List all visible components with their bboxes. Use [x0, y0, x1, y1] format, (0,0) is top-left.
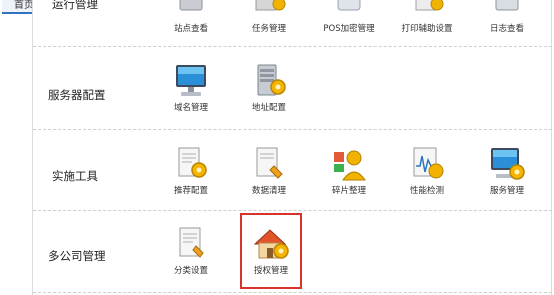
document-pencil-icon	[256, 147, 283, 179]
tool-label: 推荐配置	[173, 186, 208, 196]
performance-chart-icon	[413, 147, 444, 179]
tool-pos-encrypt[interactable]: POS加密管理	[318, 0, 380, 58]
user-gear-icon	[334, 150, 366, 181]
tool-data-cleanup[interactable]: 数据清理	[238, 146, 300, 204]
print-settings-icon	[415, 0, 444, 11]
category-service-config-label: 服务器配置	[48, 88, 106, 102]
tool-label: 碎片整理	[331, 186, 366, 196]
pos-encrypt-icon	[337, 0, 361, 11]
tool-performance-test[interactable]: 性能检测	[396, 146, 458, 204]
tool-site-view[interactable]: 站点查看	[160, 0, 222, 58]
tool-label: 打印辅助设置	[401, 24, 453, 34]
tool-label: 域名管理	[173, 103, 208, 113]
section-divider	[33, 210, 552, 211]
tool-address-config[interactable]: 地址配置	[238, 63, 300, 121]
tool-label: 分类设置	[173, 266, 208, 276]
section-divider	[33, 129, 552, 130]
tool-label: 站点查看	[173, 24, 208, 34]
log-view-icon	[495, 0, 519, 11]
tool-label: 性能检测	[409, 186, 444, 196]
tool-service-manage[interactable]: 服务管理	[476, 146, 538, 204]
category-implement-label: 实施工具	[52, 169, 98, 183]
tool-category-settings[interactable]: 分类设置	[160, 226, 222, 284]
tool-recommend-config[interactable]: 推荐配置	[160, 146, 222, 204]
tool-domain-manage[interactable]: 域名管理	[160, 63, 222, 121]
site-view-icon	[179, 0, 203, 11]
highlight-box	[240, 213, 302, 289]
tool-label: 服务管理	[489, 186, 524, 196]
tool-label: POS加密管理	[323, 24, 375, 34]
category-ops-label: 运行管理	[52, 0, 98, 11]
monitor-gear-icon	[491, 148, 525, 180]
tool-print-settings[interactable]: 打印辅助设置	[396, 0, 458, 58]
tool-label: 任务管理	[251, 24, 286, 34]
tool-log-view[interactable]: 日志查看	[476, 0, 538, 58]
tool-label: 地址配置	[251, 103, 286, 113]
document-gear-icon	[178, 147, 207, 178]
tool-label: 数据清理	[251, 186, 286, 196]
server-gear-icon	[257, 64, 286, 96]
tool-task-manage[interactable]: 任务管理	[238, 0, 300, 58]
task-manage-icon	[255, 0, 286, 11]
tool-fragment-cleanup[interactable]: 碎片整理	[318, 146, 380, 204]
category-multi-company-label: 多公司管理	[48, 249, 106, 263]
document-icon	[179, 227, 204, 258]
tool-label: 日志查看	[489, 24, 524, 34]
section-divider	[33, 292, 552, 293]
monitor-icon	[176, 65, 206, 96]
